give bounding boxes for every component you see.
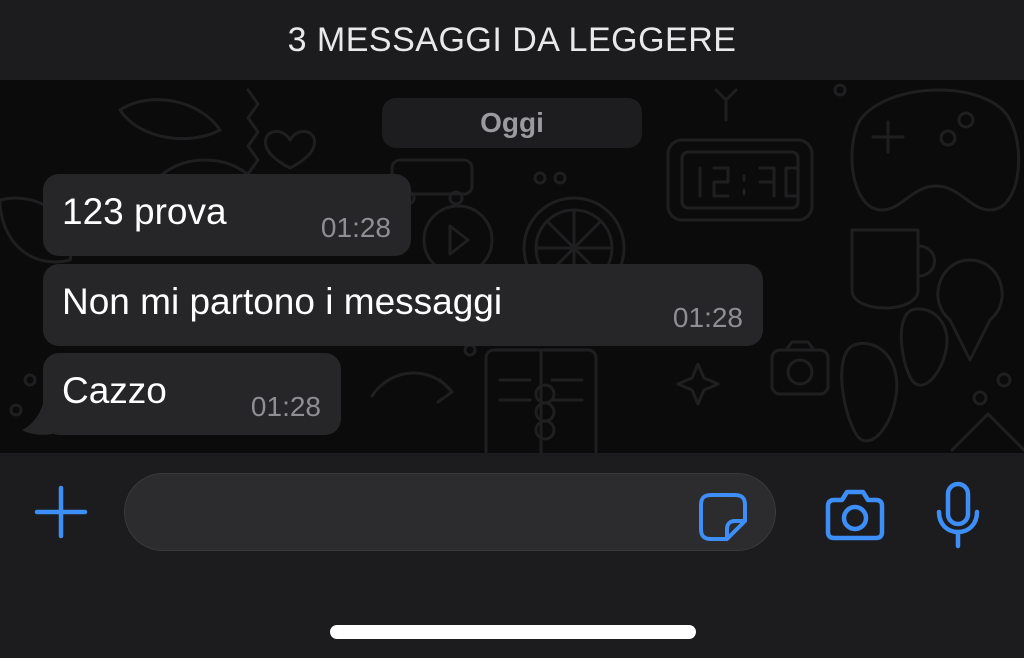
sticker-button[interactable] xyxy=(694,488,752,546)
attach-button[interactable] xyxy=(30,481,92,543)
sticker-icon xyxy=(699,493,747,541)
date-separator: Oggi xyxy=(382,98,642,148)
voice-message-button[interactable] xyxy=(930,479,986,551)
message-bubble[interactable]: Non mi partono i messaggi 01:28 xyxy=(43,264,763,346)
unread-messages-label: 3 MESSAGGI DA LEGGERE xyxy=(287,20,737,59)
message-text: Cazzo xyxy=(62,370,167,411)
camera-icon xyxy=(825,489,885,541)
home-indicator[interactable] xyxy=(330,625,696,639)
message-time: 01:28 xyxy=(320,212,391,243)
message-bubble[interactable]: 123 prova 01:28 xyxy=(43,174,411,256)
chat-message-area[interactable]: Oggi 123 prova 01:28 Non mi partono i me… xyxy=(0,80,1024,453)
unread-messages-banner: 3 MESSAGGI DA LEGGERE xyxy=(0,0,1024,80)
microphone-icon xyxy=(936,481,980,549)
plus-icon xyxy=(34,485,88,539)
message-input[interactable] xyxy=(124,473,776,551)
message-time: 01:28 xyxy=(672,302,743,333)
message-text: 123 prova xyxy=(62,191,227,232)
message-bubble[interactable]: Cazzo 01:28 xyxy=(43,353,341,435)
chat-screen: 3 MESSAGGI DA LEGGERE Oggi 123 prova 01:… xyxy=(0,0,1024,658)
composer-bar xyxy=(0,453,1024,658)
camera-button[interactable] xyxy=(822,481,888,547)
message-text: Non mi partono i messaggi xyxy=(62,281,503,322)
message-time: 01:28 xyxy=(250,391,321,422)
bubble-tail xyxy=(22,398,52,435)
date-label: Oggi xyxy=(480,107,544,138)
